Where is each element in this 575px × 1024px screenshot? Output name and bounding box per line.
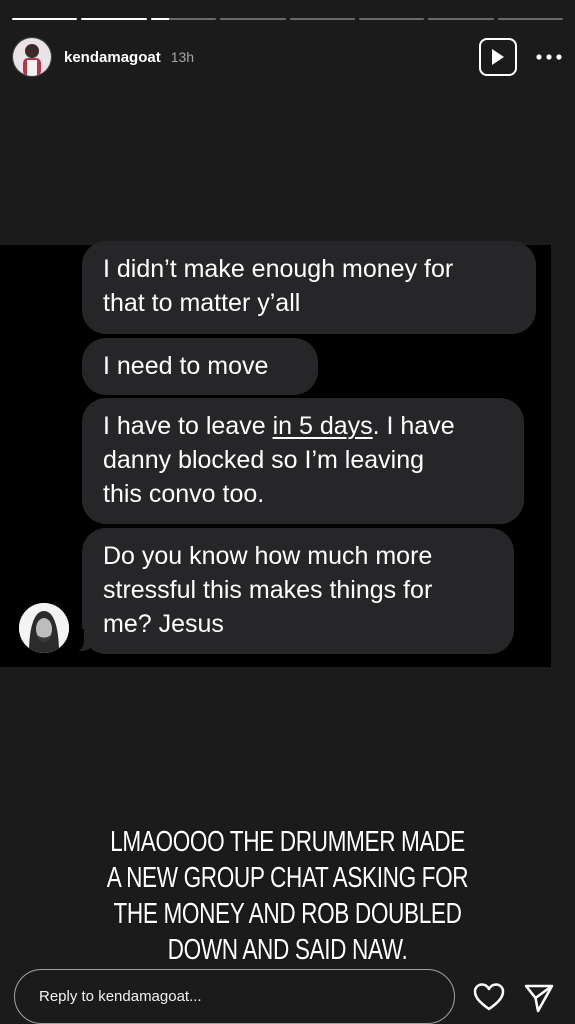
message-line: danny blocked so I’m leaving: [103, 446, 425, 474]
play-button[interactable]: [479, 38, 517, 76]
story-progress: [12, 18, 563, 20]
caption-line: LMAOOOO THE DRUMMER MADE: [110, 826, 465, 858]
message-line: I need to move: [103, 352, 269, 380]
message-text: I have to leave: [103, 412, 273, 440]
message-bubble: Do you know how much more stressful this…: [82, 528, 514, 654]
story-header: kendamagoat 13h: [12, 36, 563, 78]
story-timestamp: 13h: [170, 49, 195, 65]
more-options-button[interactable]: [535, 44, 563, 70]
message-bubble: I have to leave in 5 days. I have danny …: [82, 398, 524, 524]
send-icon[interactable]: [523, 982, 555, 1014]
underlined-date-text: in 5 days: [272, 412, 373, 440]
progress-segment: [358, 18, 425, 20]
heart-icon[interactable]: [473, 982, 505, 1012]
avatar[interactable]: [12, 37, 52, 77]
message-bubble: I didn’t make enough money for that to m…: [82, 241, 536, 334]
message-bubble: I need to move: [82, 338, 318, 395]
progress-segment: [428, 18, 494, 20]
progress-segment: [12, 18, 78, 20]
more-horizontal-icon: [536, 54, 562, 60]
message-line: I didn’t make enough money for: [103, 255, 454, 283]
progress-segment: [220, 18, 286, 20]
message-line: I have to leave in 5 days. I have: [103, 409, 503, 443]
progress-segment: [497, 18, 563, 20]
username[interactable]: kendamagoat: [64, 49, 161, 66]
reply-placeholder: Reply to kendamagoat...: [39, 988, 202, 1005]
message-line: Do you know how much more: [103, 542, 433, 570]
caption-line: A NEW GROUP CHAT ASKING FOR: [106, 862, 469, 894]
shared-screenshot: I didn’t make enough money for that to m…: [0, 241, 551, 667]
progress-segment: [289, 18, 355, 20]
message-line: me? Jesus: [103, 610, 224, 638]
play-icon: [492, 49, 504, 65]
story-caption: LMAOOOO THE DRUMMER MADE A NEW GROUP CHA…: [63, 824, 512, 968]
reply-input[interactable]: Reply to kendamagoat...: [14, 969, 455, 1024]
message-line: stressful this makes things for: [103, 576, 433, 604]
progress-segment: [81, 18, 147, 20]
progress-segment: [150, 18, 217, 20]
message-text: . I have: [372, 412, 455, 440]
message-line: this convo too.: [103, 480, 265, 508]
message-line: that to matter y’all: [103, 289, 301, 317]
caption-line: THE MONEY AND ROB DOUBLED: [113, 898, 462, 930]
caption-line: DOWN AND SAID NAW.: [167, 934, 408, 966]
sender-avatar: [19, 603, 69, 653]
